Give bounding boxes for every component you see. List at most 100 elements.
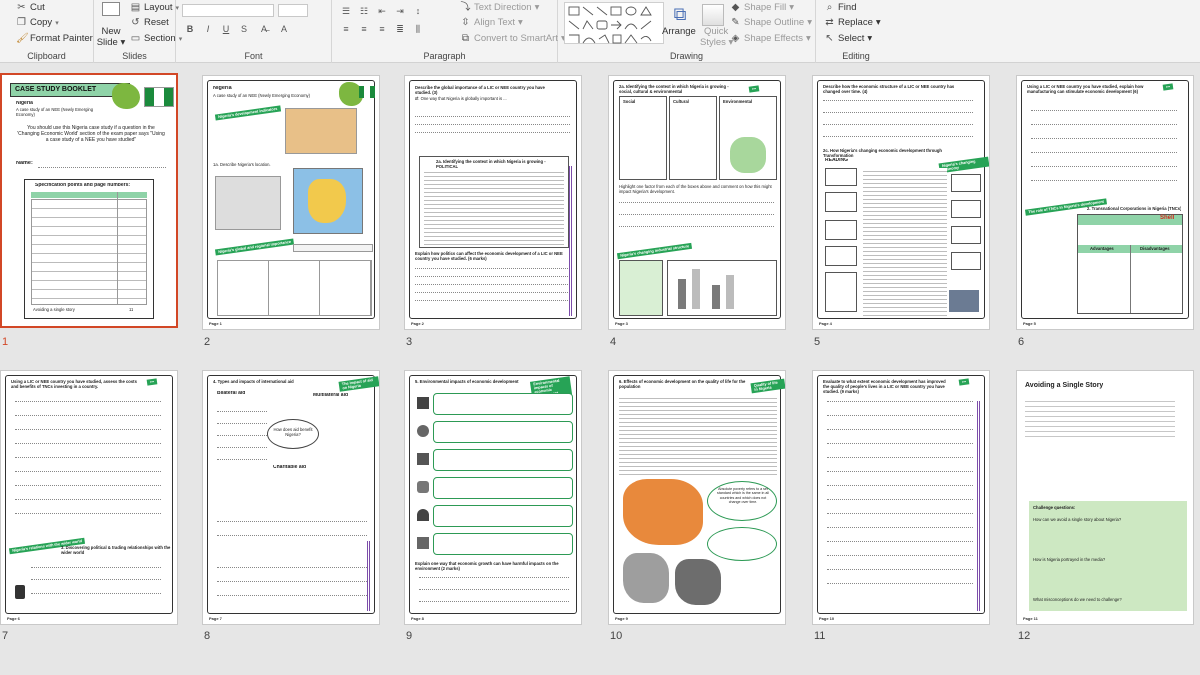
slide-number-2: 2 bbox=[204, 336, 211, 348]
new-slide-label: Slide ▾ bbox=[96, 37, 126, 48]
font-color-icon[interactable]: A bbox=[276, 22, 292, 35]
slide-10-page-number: Page 9 bbox=[615, 616, 628, 621]
nigeria-map-grey1 bbox=[623, 553, 669, 603]
clear-format-icon[interactable]: A̶ bbox=[256, 22, 272, 35]
section-icon: ▭ bbox=[130, 33, 141, 44]
slide-1-name-line bbox=[38, 167, 166, 168]
numbering-icon[interactable]: ☷ bbox=[356, 4, 372, 17]
answer-line bbox=[827, 415, 973, 416]
strikethrough-button[interactable]: S bbox=[236, 22, 252, 35]
shell-logo: Shell bbox=[1160, 215, 1175, 221]
advantages-header: Advantages bbox=[1090, 246, 1114, 251]
slide-thumbnail-7[interactable]: Using a LIC or NEE country you have stud… bbox=[0, 370, 178, 625]
reading-q-box bbox=[951, 252, 981, 270]
answer-line bbox=[827, 541, 973, 542]
answer-line bbox=[827, 569, 973, 570]
answer-line bbox=[15, 513, 161, 514]
answer-line bbox=[217, 459, 267, 460]
align-text-icon: ⇳ bbox=[461, 17, 470, 28]
slide-2-question: 1a. Describe Nigeria's location. bbox=[213, 162, 271, 167]
slide-thumbnail-2[interactable]: Nigeria A case study of an NEE (Newly Em… bbox=[202, 75, 380, 330]
answer-line bbox=[419, 601, 569, 602]
decrease-indent-icon[interactable]: ⇤ bbox=[374, 4, 390, 17]
slide-11-page-number: Page 10 bbox=[819, 616, 835, 621]
slide-1-subtitle: Nigeria bbox=[16, 101, 33, 106]
nigeria-map-image bbox=[285, 108, 357, 154]
bilateral-aid-label: Bilateral aid bbox=[217, 391, 246, 396]
bullets-icon[interactable]: ☰ bbox=[338, 4, 354, 17]
replace-button[interactable]: ⇄ Replace ▾ bbox=[824, 17, 880, 28]
slide-thumbnail-10[interactable]: 6. Effects of economic development on th… bbox=[608, 370, 786, 625]
slide-thumbnail-1[interactable]: CASE STUDY BOOKLET Nigeria A case study … bbox=[0, 73, 178, 328]
impact-box bbox=[433, 393, 573, 415]
shape-outline-button[interactable]: ✎ Shape Outline ▾ bbox=[730, 17, 812, 28]
cut-button[interactable]: ✂ Cut bbox=[16, 2, 45, 13]
find-button[interactable]: ⌕ Find bbox=[824, 2, 857, 13]
slide-thumbnail-4[interactable]: 2a. Identifying the context in which Nig… bbox=[608, 75, 786, 330]
pen-icon: ✎ bbox=[731, 17, 740, 28]
answer-line bbox=[15, 499, 161, 500]
justify-icon[interactable]: ≣ bbox=[392, 22, 408, 35]
underline-button[interactable]: U bbox=[218, 22, 234, 35]
convert-smartart-button[interactable]: ⧉Convert to SmartArt ▾ bbox=[460, 33, 566, 44]
new-slide-button[interactable]: New Slide ▾ bbox=[96, 2, 126, 50]
align-right-icon[interactable]: ≡ bbox=[374, 22, 390, 35]
shape-fill-button[interactable]: ◆ Shape Fill ▾ bbox=[730, 2, 794, 13]
columns-icon[interactable]: ⫼ bbox=[410, 22, 426, 35]
font-family-select[interactable] bbox=[182, 4, 274, 17]
slide-thumbnail-11[interactable]: Evaluate to what extent economic develop… bbox=[812, 370, 990, 625]
answer-line bbox=[1031, 110, 1177, 111]
align-text-button[interactable]: ⇳ Align Text ▾ bbox=[460, 17, 523, 28]
increase-indent-icon[interactable]: ⇥ bbox=[392, 4, 408, 17]
answer-line bbox=[31, 579, 161, 580]
slide-thumbnail-3[interactable]: Describe the global importance of a LIC … bbox=[404, 75, 582, 330]
new-slide-icon bbox=[102, 2, 120, 16]
shapes-gallery[interactable] bbox=[564, 2, 664, 44]
answer-line bbox=[15, 485, 161, 486]
line-spacing-icon[interactable]: ↕ bbox=[410, 4, 426, 17]
copy-button[interactable]: ❐ Copy ▾ bbox=[16, 17, 59, 28]
reset-button[interactable]: ↺ Reset bbox=[130, 17, 169, 28]
format-painter-button[interactable]: 🖌 Format Painter bbox=[16, 33, 93, 44]
section-button[interactable]: ▭ Section ▾ bbox=[130, 33, 182, 44]
answer-line bbox=[15, 471, 161, 472]
shape-effects-button[interactable]: ◈ Shape Effects ▾ bbox=[730, 33, 811, 44]
slide-2-title: Nigeria bbox=[213, 86, 232, 91]
answer-line bbox=[217, 447, 267, 448]
slide-4-heading: 2a. Identifying the context in which Nig… bbox=[619, 84, 729, 95]
layout-button[interactable]: ▤ Layout ▾ bbox=[130, 2, 179, 13]
answer-line bbox=[415, 284, 570, 285]
answer-line bbox=[619, 202, 774, 203]
challenge-heading: Challenge questions: bbox=[1033, 505, 1076, 510]
select-button[interactable]: ↖ Select ▾ bbox=[824, 33, 872, 44]
slide-number-7: 7 bbox=[2, 630, 9, 642]
slide-thumbnail-9[interactable]: 5. Environmental impacts of economic dev… bbox=[404, 370, 582, 625]
slide-thumbnail-8[interactable]: 4. Types and impacts of international ai… bbox=[202, 370, 380, 625]
bold-button[interactable]: B bbox=[182, 22, 198, 35]
answer-line bbox=[415, 292, 570, 293]
arrange-label[interactable]: Arrange bbox=[662, 26, 696, 37]
paint-bucket-icon: ◆ bbox=[731, 2, 740, 13]
slide-1-instructions: You should use this Nigeria case study i… bbox=[17, 125, 165, 143]
drawing-group: ⧉ Arrange Quick Styles ▾ ◆ Shape Fill ▾ ✎… bbox=[558, 0, 816, 63]
challenge-box: Challenge questions: How can we avoid a … bbox=[1029, 501, 1187, 611]
editing-group: ⌕ Find ⇄ Replace ▾ ↖ Select ▾ Editing bbox=[816, 0, 896, 63]
italic-button[interactable]: I bbox=[200, 22, 216, 35]
slide-5-photo bbox=[949, 290, 979, 312]
nigeria-map-grey2 bbox=[675, 559, 721, 605]
quick-styles-icon[interactable] bbox=[702, 4, 724, 26]
answer-line bbox=[217, 595, 367, 596]
align-left-icon[interactable]: ≡ bbox=[338, 22, 354, 35]
cultural-box: Cultural bbox=[669, 96, 717, 180]
slide-thumbnail-12[interactable]: Avoiding a Single Story Challenge questi… bbox=[1016, 370, 1194, 625]
align-center-icon[interactable]: ≡ bbox=[356, 22, 372, 35]
text-direction-button[interactable]: ⤵ Text Direction ▾ bbox=[460, 2, 540, 13]
slide-6-heading: 2. Transnational Corporations in Nigeria… bbox=[1087, 206, 1182, 211]
slide-7-question: Using a LIC or NEE country you have stud… bbox=[11, 379, 137, 390]
font-size-select[interactable] bbox=[278, 4, 308, 17]
slide-thumbnail-5[interactable]: Describe how the economic structure of a… bbox=[812, 75, 990, 330]
slide-thumbnail-6[interactable]: Using a LIC or NEE country you have stud… bbox=[1016, 75, 1194, 330]
answer-line bbox=[827, 457, 973, 458]
slides-label: Slides bbox=[122, 51, 147, 61]
factory-icon bbox=[417, 397, 429, 409]
